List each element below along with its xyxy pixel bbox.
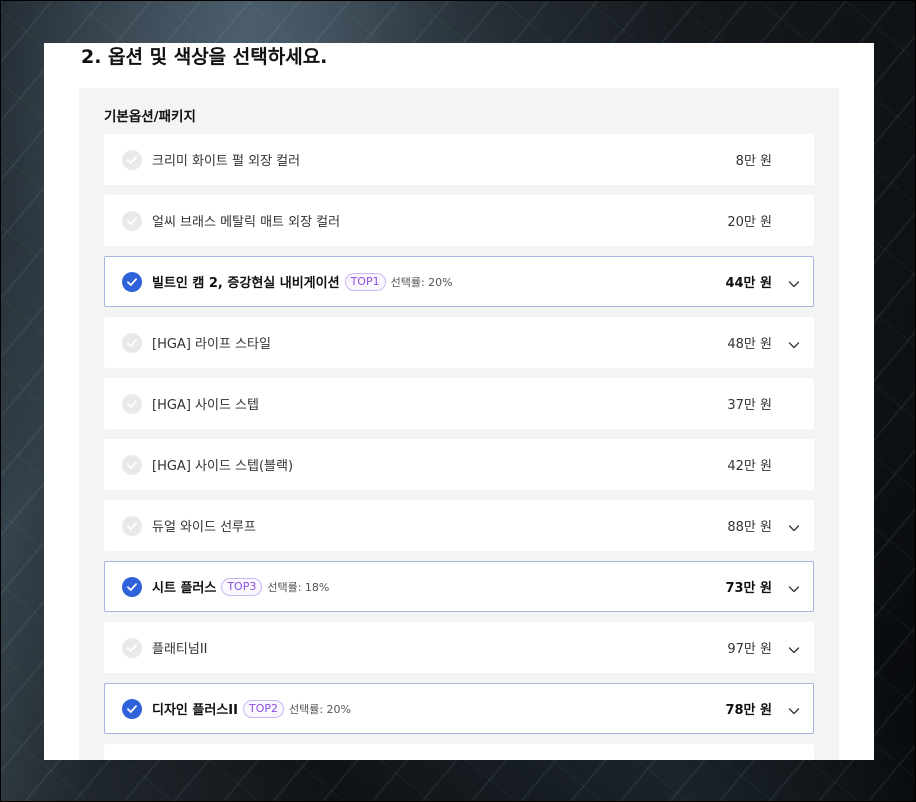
option-list: 크리미 화이트 펄 외장 컬러 8만 원얼씨 브래스 메탈릭 매트 외장 컬러 20… [104,134,814,760]
section-title: 2. 옵션 및 색상을 선택하세요. [81,46,328,68]
option-name: [HGA] 사이드 스텝 [152,398,259,413]
option-name: 크리미 화이트 펄 외장 컬러 [152,154,301,169]
check-icon[interactable] [122,454,142,475]
rank-badge: TOP2 [242,699,284,718]
selection-rate: 선택률: 20% [390,275,453,289]
option-item[interactable] [104,744,814,760]
option-price: 97만 원 [727,642,772,657]
option-price: 88만 원 [727,520,772,535]
check-icon[interactable] [122,637,142,658]
option-price: 44만 원 [725,276,772,291]
option-name: 얼씨 브래스 메탈릭 매트 외장 컬러 [152,215,341,230]
option-price: 37만 원 [727,398,772,413]
chevron-down-icon[interactable] [788,275,800,287]
check-icon[interactable] [122,576,142,597]
chevron-down-icon[interactable] [788,336,800,348]
check-icon[interactable] [122,149,142,170]
option-item[interactable]: 플래티넘II 97만 원 [104,622,814,673]
option-name: 시트 플러스 [152,581,217,596]
check-icon[interactable] [122,393,142,414]
rank-badge: TOP1 [344,272,386,291]
option-price: 48만 원 [727,337,772,352]
option-name: 디자인 플러스II [152,703,238,718]
option-group-box: 기본옵션/패키지 크리미 화이트 펄 외장 컬러 8만 원얼씨 브래스 메탈릭 매… [79,88,839,760]
check-icon[interactable] [122,698,142,719]
option-price: 73만 원 [725,581,772,596]
option-name: 플래티넘II [152,642,208,657]
option-price: 8만 원 [735,154,772,169]
option-item[interactable]: 시트 플러스 TOP3 선택률: 18% 73만 원 [104,561,814,612]
option-name: [HGA] 라이프 스타일 [152,337,271,352]
chevron-down-icon[interactable] [788,641,800,653]
rank-badge: TOP3 [221,577,263,596]
option-item[interactable]: [HGA] 라이프 스타일 48만 원 [104,317,814,368]
chevron-down-icon[interactable] [788,519,800,531]
option-item[interactable]: 디자인 플러스II TOP2 선택률: 20% 78만 원 [104,683,814,734]
option-name: [HGA] 사이드 스텝(블랙) [152,459,294,474]
option-name: 빌트인 캠 2, 증강현실 내비게이션 [152,276,340,291]
option-name: 듀얼 와이드 선루프 [152,520,256,535]
check-icon[interactable] [122,271,142,292]
chevron-down-icon[interactable] [788,702,800,714]
selection-rate: 선택률: 18% [267,580,330,594]
option-item[interactable]: 듀얼 와이드 선루프 88만 원 [104,500,814,551]
check-icon[interactable] [122,515,142,536]
group-title: 기본옵션/패키지 [104,109,196,125]
option-item[interactable]: 크리미 화이트 펄 외장 컬러 8만 원 [104,134,814,185]
option-price: 42만 원 [727,459,772,474]
options-panel: 2. 옵션 및 색상을 선택하세요. 기본옵션/패키지 크리미 화이트 펄 외장… [44,43,874,760]
option-item[interactable]: [HGA] 사이드 스텝(블랙) 42만 원 [104,439,814,490]
check-icon[interactable] [122,332,142,353]
option-price: 78만 원 [725,703,772,718]
option-price: 20만 원 [727,215,772,230]
check-icon[interactable] [122,210,142,231]
option-item[interactable]: 얼씨 브래스 메탈릭 매트 외장 컬러 20만 원 [104,195,814,246]
selection-rate: 선택률: 20% [288,702,351,716]
option-item[interactable]: [HGA] 사이드 스텝 37만 원 [104,378,814,429]
chevron-down-icon[interactable] [788,580,800,592]
option-item[interactable]: 빌트인 캠 2, 증강현실 내비게이션 TOP1 선택률: 20% 44만 원 [104,256,814,307]
